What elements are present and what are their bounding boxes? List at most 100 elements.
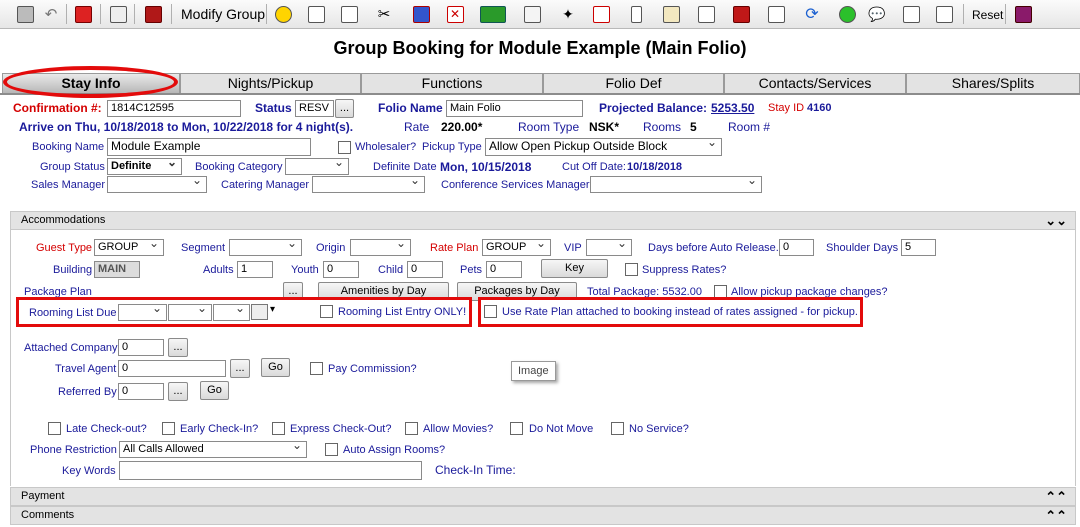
booking-category-select[interactable] [285,158,349,175]
building-field[interactable]: MAIN [94,261,140,278]
pickup-type-select[interactable]: Allow Open Pickup Outside Block [485,138,722,156]
vip-select[interactable] [586,239,632,256]
comments-header[interactable]: Comments ⌃⌃ [10,506,1076,525]
youth-field[interactable]: 0 [323,261,359,278]
adults-field[interactable]: 1 [237,261,273,278]
allow-movies-checkbox[interactable] [405,422,418,435]
note-icon[interactable] [695,3,717,25]
wand-icon[interactable]: ✦ [557,3,579,25]
reset-button[interactable]: Reset [972,8,1003,22]
save-icon[interactable] [14,3,36,25]
late-checkout-checkbox[interactable] [48,422,61,435]
expand-icon[interactable]: ⌃⌃ [1045,488,1067,505]
phone-icon[interactable] [590,3,612,25]
room-type-label: Room Type [518,120,580,134]
key-words-field[interactable] [119,461,422,480]
tab-folio-def[interactable]: Folio Def [543,73,724,93]
rooming-list-day-select[interactable] [168,304,212,321]
accommodations-header[interactable]: Accommodations ⌄⌄ [10,211,1076,230]
tag-icon[interactable] [730,3,752,25]
smiley-icon[interactable] [272,3,294,25]
tab-contacts-services[interactable]: Contacts/Services [724,73,906,93]
tab-nights-pickup[interactable]: Nights/Pickup [180,73,361,93]
rooming-list-entry-checkbox[interactable] [320,305,333,318]
mail-icon[interactable] [660,3,682,25]
early-checkin-checkbox[interactable] [162,422,175,435]
conference-manager-label: Conference Services Manager [441,179,590,191]
refresh-icon[interactable]: ⟳ [801,3,823,25]
phone-restriction-select[interactable]: All Calls Allowed [119,441,307,458]
modify-group-button[interactable]: Modify Group [181,6,265,22]
undo-icon[interactable]: ↶ [40,3,62,25]
exit-icon[interactable] [72,3,94,25]
conference-manager-select[interactable] [590,176,762,193]
folio-name-label: Folio Name [378,101,443,115]
youth-label: Youth [291,264,319,276]
group-status-select[interactable]: Definite [107,158,182,175]
child-field[interactable]: 0 [407,261,443,278]
folio-name-field[interactable]: Main Folio [446,100,583,117]
attached-company-field[interactable]: 0 [118,339,164,356]
money-icon[interactable] [478,3,508,25]
report-icon[interactable] [338,3,360,25]
book-icon[interactable] [142,3,164,25]
edit-icon[interactable] [305,3,327,25]
key-button[interactable]: Key [541,259,608,278]
referred-by-lookup-button[interactable]: ... [168,382,188,401]
rooming-list-due-label: Rooming List Due [29,307,117,319]
document-icon[interactable] [900,3,922,25]
auto-release-field[interactable]: 0 [779,239,814,256]
do-not-move-checkbox[interactable] [510,422,523,435]
key-words-label: Key Words [62,465,116,477]
checklist-icon[interactable] [765,3,787,25]
travel-agent-go-button[interactable]: Go [261,358,290,377]
calendar-dropdown-icon[interactable]: ▾ [270,304,275,315]
cancel-icon[interactable]: ✕ [444,3,466,25]
print-icon[interactable] [107,3,129,25]
travel-agent-lookup-button[interactable]: ... [230,359,250,378]
chat-icon[interactable]: 💬 [866,3,888,25]
express-checkout-checkbox[interactable] [272,422,285,435]
toolbar-separator [134,4,135,24]
mobile-icon[interactable] [625,3,647,25]
help-book-icon[interactable] [1012,3,1034,25]
tab-shares-splits[interactable]: Shares/Splits [906,73,1080,93]
rooms-value: 5 [690,120,697,134]
guest-type-select[interactable]: GROUP [94,239,164,256]
rooming-list-month-select[interactable] [118,304,167,321]
tab-functions[interactable]: Functions [361,73,543,93]
collapse-icon[interactable]: ⌄⌄ [1045,212,1067,229]
sales-manager-select[interactable] [107,176,207,193]
origin-select[interactable] [350,239,411,256]
smile-green-icon[interactable] [836,3,858,25]
wholesaler-checkbox[interactable] [338,141,351,154]
no-service-checkbox[interactable] [611,422,624,435]
rooming-list-year-select[interactable] [213,304,250,321]
attached-company-lookup-button[interactable]: ... [168,338,188,357]
pay-commission-checkbox[interactable] [310,362,323,375]
people-icon[interactable] [410,3,432,25]
scissors-icon[interactable]: ✂ [373,3,395,25]
calendar-icon[interactable] [251,304,268,320]
rate-plan-select[interactable]: GROUP [482,239,551,256]
catering-manager-select[interactable] [312,176,425,193]
use-rate-plan-checkbox[interactable] [484,305,497,318]
suppress-rates-checkbox[interactable] [625,263,638,276]
copy-icon[interactable] [521,3,543,25]
shoulder-days-field[interactable]: 5 [901,239,936,256]
referred-by-field[interactable]: 0 [118,383,164,400]
status-lookup-button[interactable]: ... [335,99,354,118]
status-field[interactable]: RESV [295,100,334,117]
projected-balance-link[interactable]: 5253.50 [711,101,754,115]
notepad-icon[interactable] [933,3,955,25]
pets-field[interactable]: 0 [486,261,522,278]
toolbar-separator [100,4,101,24]
segment-select[interactable] [229,239,302,256]
confirmation-field[interactable]: 1814C12595 [107,100,241,117]
travel-agent-field[interactable]: 0 [118,360,226,377]
payment-header[interactable]: Payment ⌃⌃ [10,487,1076,506]
referred-by-go-button[interactable]: Go [200,381,229,400]
expand-icon[interactable]: ⌃⌃ [1045,507,1067,524]
auto-assign-rooms-checkbox[interactable] [325,443,338,456]
booking-name-field[interactable]: Module Example [107,138,311,156]
